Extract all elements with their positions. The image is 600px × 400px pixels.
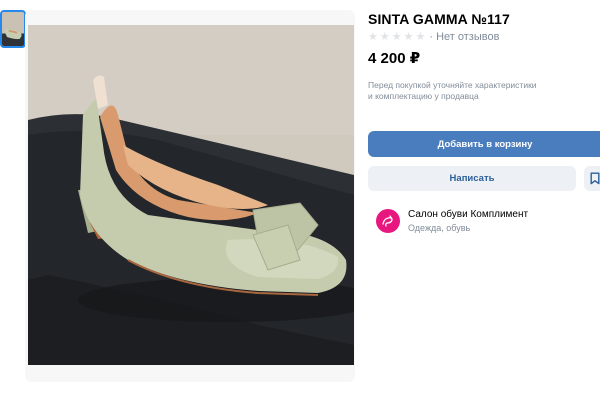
thumbnail-image xyxy=(2,12,24,46)
rating-row[interactable]: ★ ★ ★ ★ ★ · Нет отзывов xyxy=(368,30,499,44)
seller-note: Перед покупкой уточняйте характеристики … xyxy=(368,80,588,102)
seller-note-line: Перед покупкой уточняйте характеристики xyxy=(368,80,537,90)
shop-logo-icon xyxy=(382,215,393,227)
shoe-image xyxy=(28,25,354,365)
star-icon: ★ xyxy=(391,30,402,43)
product-photo[interactable] xyxy=(28,25,354,365)
shop-avatar[interactable] xyxy=(376,209,400,233)
seller-note-line: и комплектацию у продавца xyxy=(368,91,479,101)
write-button[interactable]: Написать xyxy=(368,166,576,191)
shop-category: Одежда, обувь xyxy=(408,223,471,233)
product-price: 4 200 ₽ xyxy=(368,50,421,67)
bookmark-button[interactable] xyxy=(584,166,600,191)
reviews-link[interactable]: · Нет отзывов xyxy=(429,31,499,43)
star-icon: ★ xyxy=(379,30,390,43)
bookmark-icon xyxy=(590,172,600,185)
star-icon: ★ xyxy=(403,30,414,43)
product-thumbnail[interactable] xyxy=(0,10,26,48)
shop-name-link[interactable]: Салон обуви Комплимент xyxy=(408,209,528,220)
star-icon: ★ xyxy=(415,30,426,43)
star-icon: ★ xyxy=(368,30,378,43)
product-title: SINTA GAMMA №117 xyxy=(368,11,510,27)
add-to-cart-button[interactable]: Добавить в корзину xyxy=(368,131,600,157)
